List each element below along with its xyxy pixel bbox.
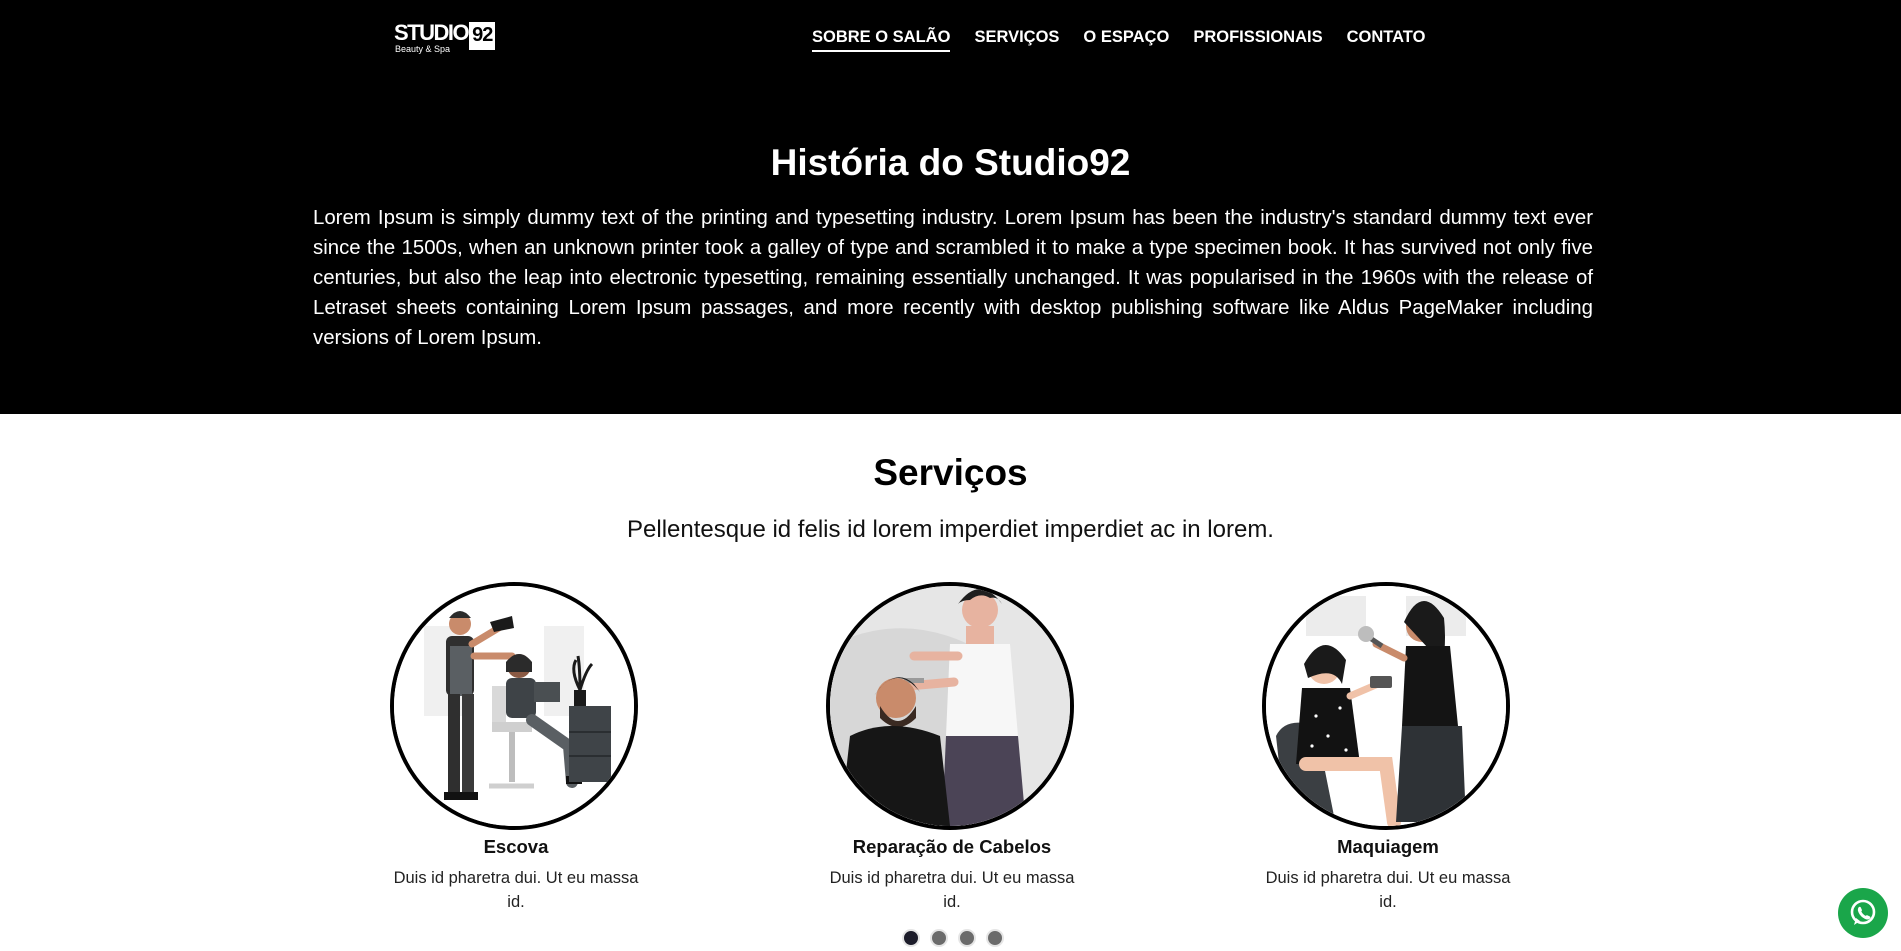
- main-menu: SOBRE O SALÃO SERVIÇOS O ESPAÇO PROFISSI…: [812, 25, 1449, 52]
- service-title: Escova: [483, 836, 549, 857]
- services-title: Serviços: [873, 452, 1028, 493]
- logo-tagline: Beauty & Spa: [395, 44, 451, 54]
- top-navbar: STUDIO 92 Beauty & Spa SOBRE O SALÃO SERV…: [0, 0, 1901, 80]
- nav-item-o-espaco[interactable]: O ESPAÇO: [1083, 25, 1169, 49]
- logo-number: 92: [469, 22, 496, 50]
- carousel-dot[interactable]: [958, 929, 976, 947]
- blow-dry-illustration-icon: [390, 582, 638, 830]
- service-title: Reparação de Cabelos: [852, 836, 1052, 857]
- nav-item-contato[interactable]: CONTATO: [1347, 25, 1426, 49]
- history-title: História do Studio92: [770, 142, 1131, 183]
- whatsapp-button[interactable]: [1838, 888, 1888, 938]
- logo-text: STUDIO: [394, 20, 470, 45]
- history-text: Lorem Ipsum is simply dummy text of the …: [313, 207, 1593, 349]
- makeup-illustration-icon: [1262, 582, 1510, 830]
- service-description: Duis id pharetra dui. Ut eu massa id.: [1265, 869, 1511, 911]
- service-description: Duis id pharetra dui. Ut eu massa id.: [829, 869, 1075, 911]
- service-description: Duis id pharetra dui. Ut eu massa id.: [393, 869, 639, 911]
- whatsapp-icon: [1850, 899, 1876, 925]
- carousel-dot[interactable]: [902, 929, 920, 947]
- service-title: Maquiagem: [1337, 836, 1439, 857]
- carousel-dot[interactable]: [986, 929, 1004, 947]
- nav-item-sobre-o-salao[interactable]: SOBRE O SALÃO: [812, 25, 951, 52]
- carousel-dots: [902, 929, 1004, 947]
- services-subtitle: Pellentesque id felis id lorem imperdiet…: [627, 516, 1274, 543]
- haircut-illustration-icon: [826, 582, 1074, 830]
- studio92-logo[interactable]: STUDIO 92 Beauty & Spa: [394, 20, 496, 56]
- nav-item-profissionais[interactable]: PROFISSIONAIS: [1193, 25, 1322, 49]
- carousel-dot[interactable]: [930, 929, 948, 947]
- hero-section: STUDIO 92 Beauty & Spa SOBRE O SALÃO SERV…: [0, 0, 1901, 414]
- nav-item-servicos[interactable]: SERVIÇOS: [974, 25, 1059, 49]
